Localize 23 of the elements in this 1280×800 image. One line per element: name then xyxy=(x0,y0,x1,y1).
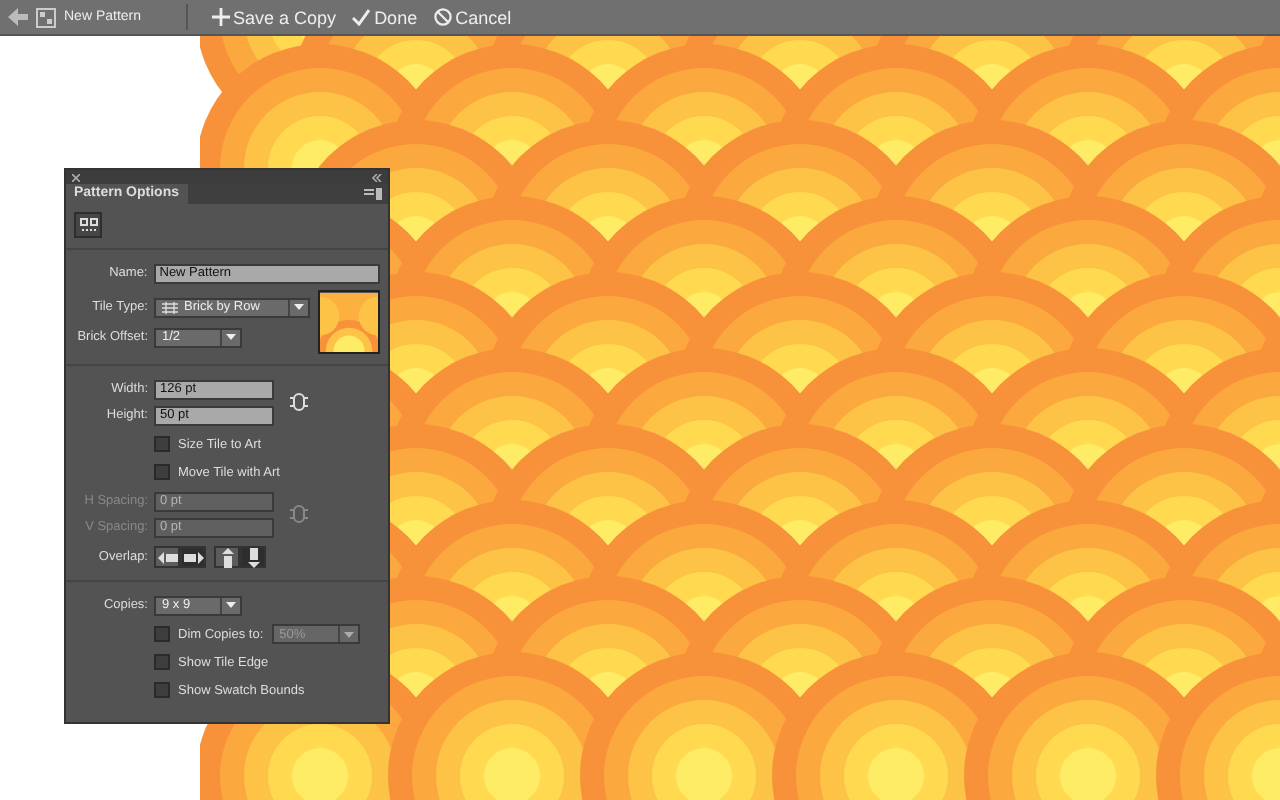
overlap-top-button[interactable] xyxy=(214,546,240,568)
pattern-icon xyxy=(36,7,56,27)
overlap-left-button[interactable] xyxy=(154,546,180,568)
caret-icon xyxy=(294,304,304,310)
caret-icon xyxy=(226,602,236,608)
caret-icon xyxy=(343,631,354,637)
add-button[interactable]: Save a Copy xyxy=(207,7,341,27)
grid-icon xyxy=(162,301,178,313)
tile-tool-button[interactable] xyxy=(74,212,102,238)
cancel-button[interactable]: Cancel xyxy=(429,7,516,27)
overlap-right-button[interactable] xyxy=(180,546,206,568)
close-icon[interactable] xyxy=(72,173,80,181)
plus-icon xyxy=(211,8,230,26)
caret-icon xyxy=(226,334,236,340)
tile-tool-icon xyxy=(79,217,97,233)
collapse-icon[interactable] xyxy=(372,173,382,181)
swatch-preview xyxy=(318,290,380,354)
back-arrow-icon[interactable] xyxy=(8,8,28,26)
checkmark-icon xyxy=(352,8,371,26)
overlap-bottom-button[interactable] xyxy=(240,546,266,568)
cancel-icon xyxy=(433,8,452,26)
menu-icon[interactable] xyxy=(364,188,382,200)
done-button[interactable]: Done xyxy=(348,7,422,27)
